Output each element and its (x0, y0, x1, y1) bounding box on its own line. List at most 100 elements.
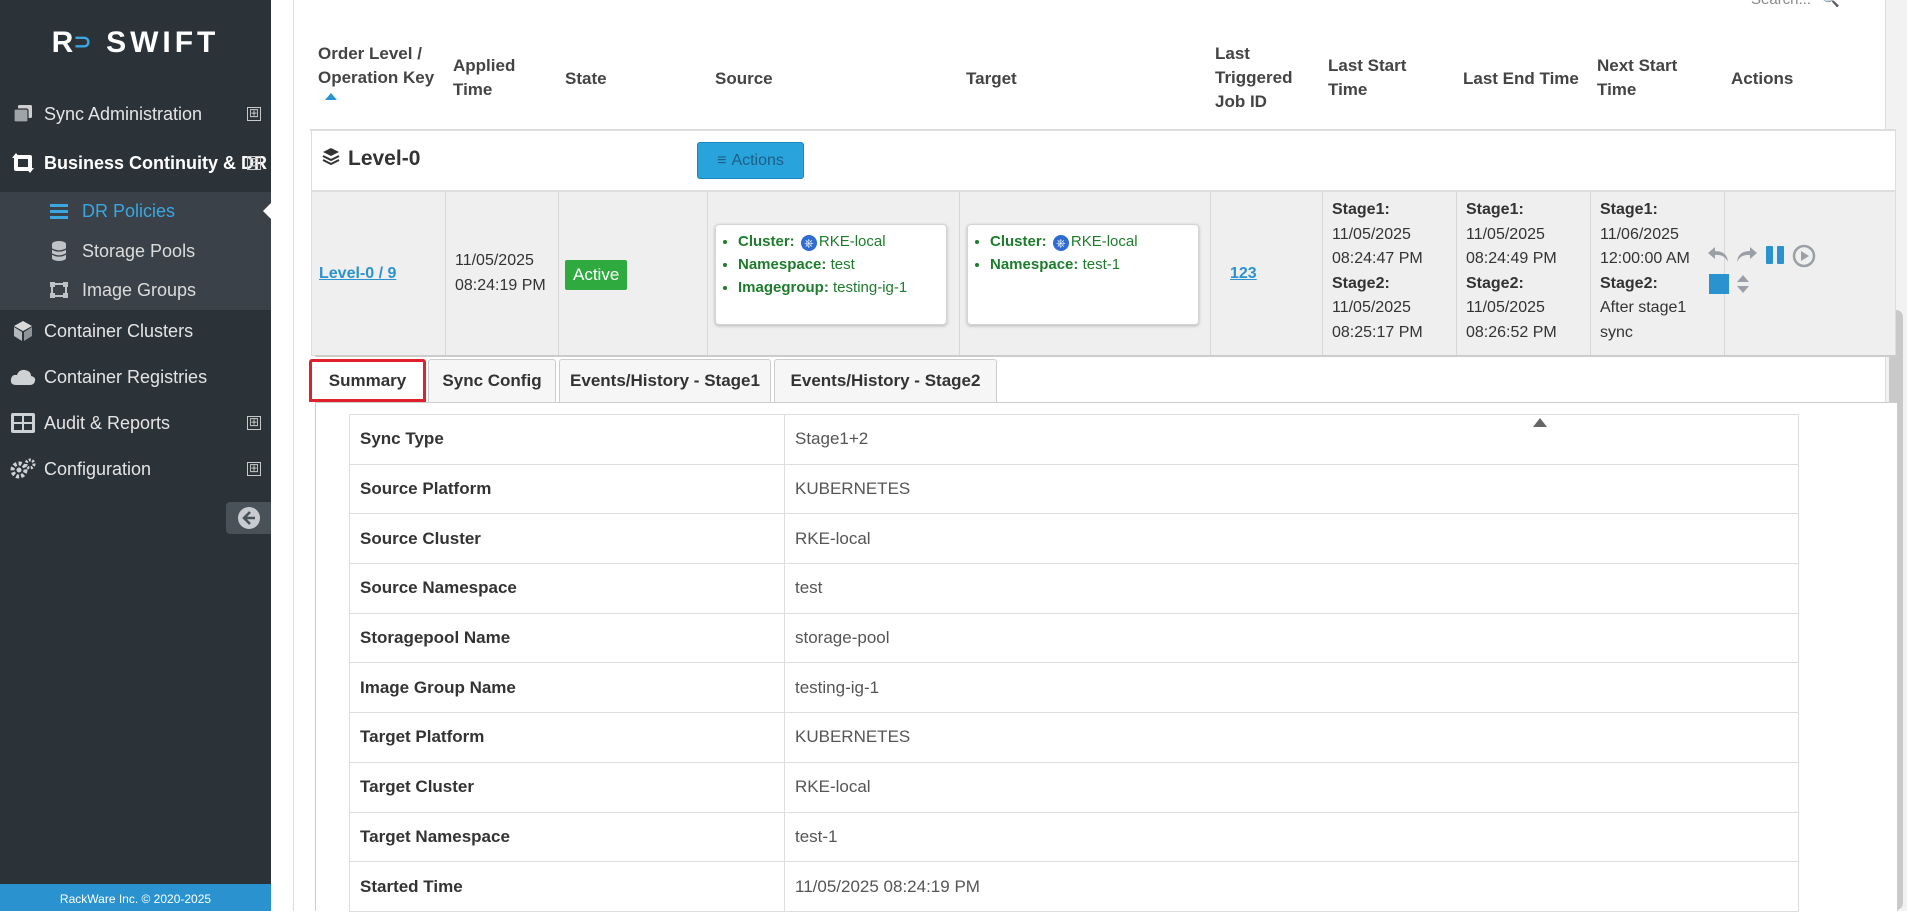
tab-events-history-stage2[interactable]: Events/History - Stage2 (774, 359, 997, 402)
sidebar-item-business-continuity[interactable]: Business Continuity & DR ⊟ (0, 142, 271, 184)
cube-icon (10, 320, 36, 342)
tab-sync-config[interactable]: Sync Config (428, 359, 556, 402)
kubernetes-icon: ⎈ (800, 235, 817, 251)
stage-label: Stage1: (1466, 201, 1524, 218)
field-value: RKE-local (818, 233, 886, 250)
header-source[interactable]: Source (715, 67, 773, 91)
stage-value: 11/05/2025 (1466, 299, 1545, 316)
stage-value: 08:24:49 PM (1466, 250, 1557, 267)
summary-key: Image Group Name (349, 662, 785, 714)
operation-key-cell: Level-0 / 9 (319, 262, 396, 287)
source-cluster: Cluster: ⎈RKE-local (738, 230, 938, 253)
expand-toggle[interactable]: ⊞ (247, 462, 261, 476)
source-imagegroup: Imagegroup: testing-ig-1 (738, 276, 938, 299)
header-line: Time (1597, 80, 1637, 99)
level-actions-button[interactable]: ≡ Actions (697, 142, 804, 179)
level-title: Level-0 (322, 147, 420, 171)
header-state[interactable]: State (565, 67, 607, 91)
sidebar-subitem-image-groups[interactable]: Image Groups (0, 271, 271, 309)
undo-icon[interactable] (1706, 244, 1730, 273)
summary-row: Target Cluster RKE-local (349, 761, 1799, 813)
summary-row: Storagepool Name storage-pool (349, 612, 1799, 664)
stage-value: 08:24:47 PM (1332, 250, 1423, 267)
sidebar-item-label: Audit & Reports (44, 412, 171, 433)
header-target[interactable]: Target (966, 67, 1017, 91)
collapse-sidebar-button[interactable] (226, 502, 271, 534)
sidebar-item-container-clusters[interactable]: Container Clusters (0, 310, 271, 352)
tab-events-history-stage1[interactable]: Events/History - Stage1 (559, 359, 771, 402)
header-last-start-time[interactable]: Last Start Time (1328, 54, 1406, 102)
sidebar-item-audit-reports[interactable]: Audit & Reports ⊞ (0, 402, 271, 444)
logo-mark-icon: ⊃ (73, 29, 96, 54)
reorder-icon[interactable] (1736, 273, 1750, 301)
header-next-start-time[interactable]: Next Start Time (1597, 54, 1677, 102)
expand-toggle[interactable]: ⊞ (247, 107, 261, 121)
header-last-triggered-job[interactable]: Last Triggered Job ID (1215, 42, 1292, 114)
sidebar-item-label: Sync Administration (44, 103, 203, 124)
sidebar-item-configuration[interactable]: Configuration ⊞ (0, 448, 271, 490)
search-area[interactable]: Search... 🔍 (1751, 0, 1840, 8)
stage-value: 08:26:52 PM (1466, 323, 1557, 341)
header-line: Last (1215, 44, 1250, 63)
field-value: RKE-local (1070, 233, 1138, 250)
summary-key: Source Platform (349, 463, 785, 515)
field-value: testing-ig-1 (833, 279, 908, 296)
last-start-time-cell: Stage1: 11/05/2025 08:24:47 PM Stage2: 1… (1332, 198, 1423, 345)
redo-icon[interactable] (1735, 244, 1759, 273)
column-divider (707, 192, 708, 355)
expand-toggle[interactable]: ⊞ (247, 416, 261, 430)
sidebar-subitem-storage-pools[interactable]: Storage Pools (0, 232, 271, 270)
tab-summary[interactable]: Summary (309, 359, 426, 402)
header-line: Time (453, 80, 493, 99)
column-divider (1590, 192, 1591, 355)
header-last-end-time[interactable]: Last End Time (1463, 67, 1579, 91)
operation-key-link[interactable]: Level-0 / 9 (319, 265, 396, 282)
sort-asc-icon[interactable] (325, 93, 337, 100)
layers-icon (322, 147, 340, 171)
row-actions (1706, 244, 1826, 304)
field-label: Namespace: (738, 256, 827, 273)
header-line: Last Start (1328, 56, 1407, 75)
summary-row: Sync Type Stage1+2 (349, 414, 1799, 465)
header-line: Job ID (1215, 92, 1267, 111)
sidebar-item-container-registries[interactable]: Container Registries (0, 356, 271, 398)
copy-icon (10, 103, 36, 125)
summary-value: 11/05/2025 08:24:19 PM (784, 861, 1799, 912)
sidebar-subitem-label: Storage Pools (82, 240, 196, 261)
scroll-up-icon[interactable] (1533, 418, 1547, 427)
collapse-toggle[interactable]: ⊟ (247, 156, 261, 170)
summary-value: test (784, 563, 1799, 614)
summary-row: Started Time 11/05/2025 08:24:19 PM (349, 861, 1799, 912)
content-border (293, 0, 294, 911)
summary-value: RKE-local (784, 513, 1799, 565)
next-start-time-cell: Stage1: 11/06/2025 12:00:00 AM Stage2: A… (1600, 198, 1690, 345)
summary-key: Source Cluster (349, 513, 785, 565)
sidebar-subitem-dr-policies[interactable]: DR Policies (0, 192, 271, 230)
header-applied-time[interactable]: Applied Time (453, 54, 515, 102)
field-value: test-1 (1082, 256, 1121, 273)
sidebar-item-label: Container Registries (44, 366, 208, 387)
stage-value: 11/05/2025 (1332, 225, 1411, 243)
target-namespace: Namespace: test-1 (990, 253, 1190, 276)
sidebar-item-sync-administration[interactable]: Sync Administration ⊞ (0, 93, 271, 135)
header-line: Time (1328, 80, 1368, 99)
search-input[interactable]: Search... (1751, 0, 1811, 8)
pause-icon[interactable] (1764, 244, 1786, 273)
header-line: Target (966, 69, 1017, 88)
stop-icon[interactable] (1709, 273, 1729, 301)
list-icon (48, 203, 70, 219)
brand-name: SWIFT (106, 26, 220, 59)
summary-row: Image Group Name testing-ig-1 (349, 662, 1799, 714)
table-row: Level-0 / 9 11/05/2025 08:24:19 PM Active… (311, 191, 1896, 356)
header-actions: Actions (1731, 67, 1793, 91)
summary-value: KUBERNETES (784, 712, 1799, 763)
search-icon[interactable]: 🔍 (1821, 0, 1840, 8)
stage-label: Stage1: (1332, 201, 1390, 218)
header-order-level[interactable]: Order Level / Operation Key (318, 42, 434, 90)
job-id-link[interactable]: 123 (1230, 265, 1257, 282)
header-line: Next Start (1597, 56, 1678, 75)
play-circle-icon[interactable] (1792, 244, 1816, 275)
summary-table: Sync Type Stage1+2 Source Platform KUBERNET… (349, 414, 1799, 912)
summary-key: Source Namespace (349, 563, 785, 614)
brand-logo[interactable]: R⊃ SWIFT (0, 26, 271, 60)
